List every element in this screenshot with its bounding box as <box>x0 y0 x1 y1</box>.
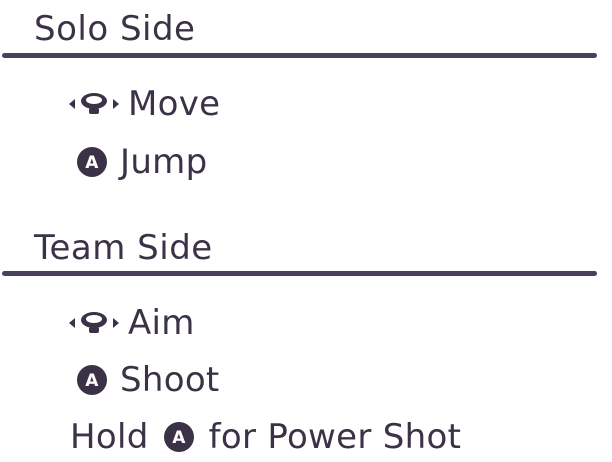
control-row-jump: A Jump <box>76 142 207 182</box>
control-label-move: Move <box>128 84 221 124</box>
a-button-icon: A <box>76 364 108 396</box>
team-side-title: Team Side <box>34 228 213 268</box>
hold-prefix-text: Hold <box>70 417 149 457</box>
control-row-shoot: A Shoot <box>76 360 220 400</box>
control-label-aim: Aim <box>128 303 195 343</box>
a-button-icon: A <box>163 421 195 453</box>
solo-side-title: Solo Side <box>34 9 196 49</box>
a-button-icon: A <box>76 146 108 178</box>
power-shot-suffix-text: for Power Shot <box>208 417 462 457</box>
a-button-glyph: A <box>85 153 99 173</box>
solo-side-divider <box>2 53 597 58</box>
a-button-glyph: A <box>172 428 186 448</box>
a-button-glyph: A <box>85 371 99 391</box>
control-stick-icon <box>68 309 120 337</box>
team-side-divider <box>2 271 597 276</box>
control-row-aim: Aim <box>68 303 195 343</box>
control-row-move: Move <box>68 84 220 124</box>
control-label-jump: Jump <box>120 142 208 182</box>
control-row-power-shot: Hold A for Power Shot <box>70 417 461 457</box>
control-label-shoot: Shoot <box>120 360 220 400</box>
control-stick-icon <box>68 90 120 118</box>
